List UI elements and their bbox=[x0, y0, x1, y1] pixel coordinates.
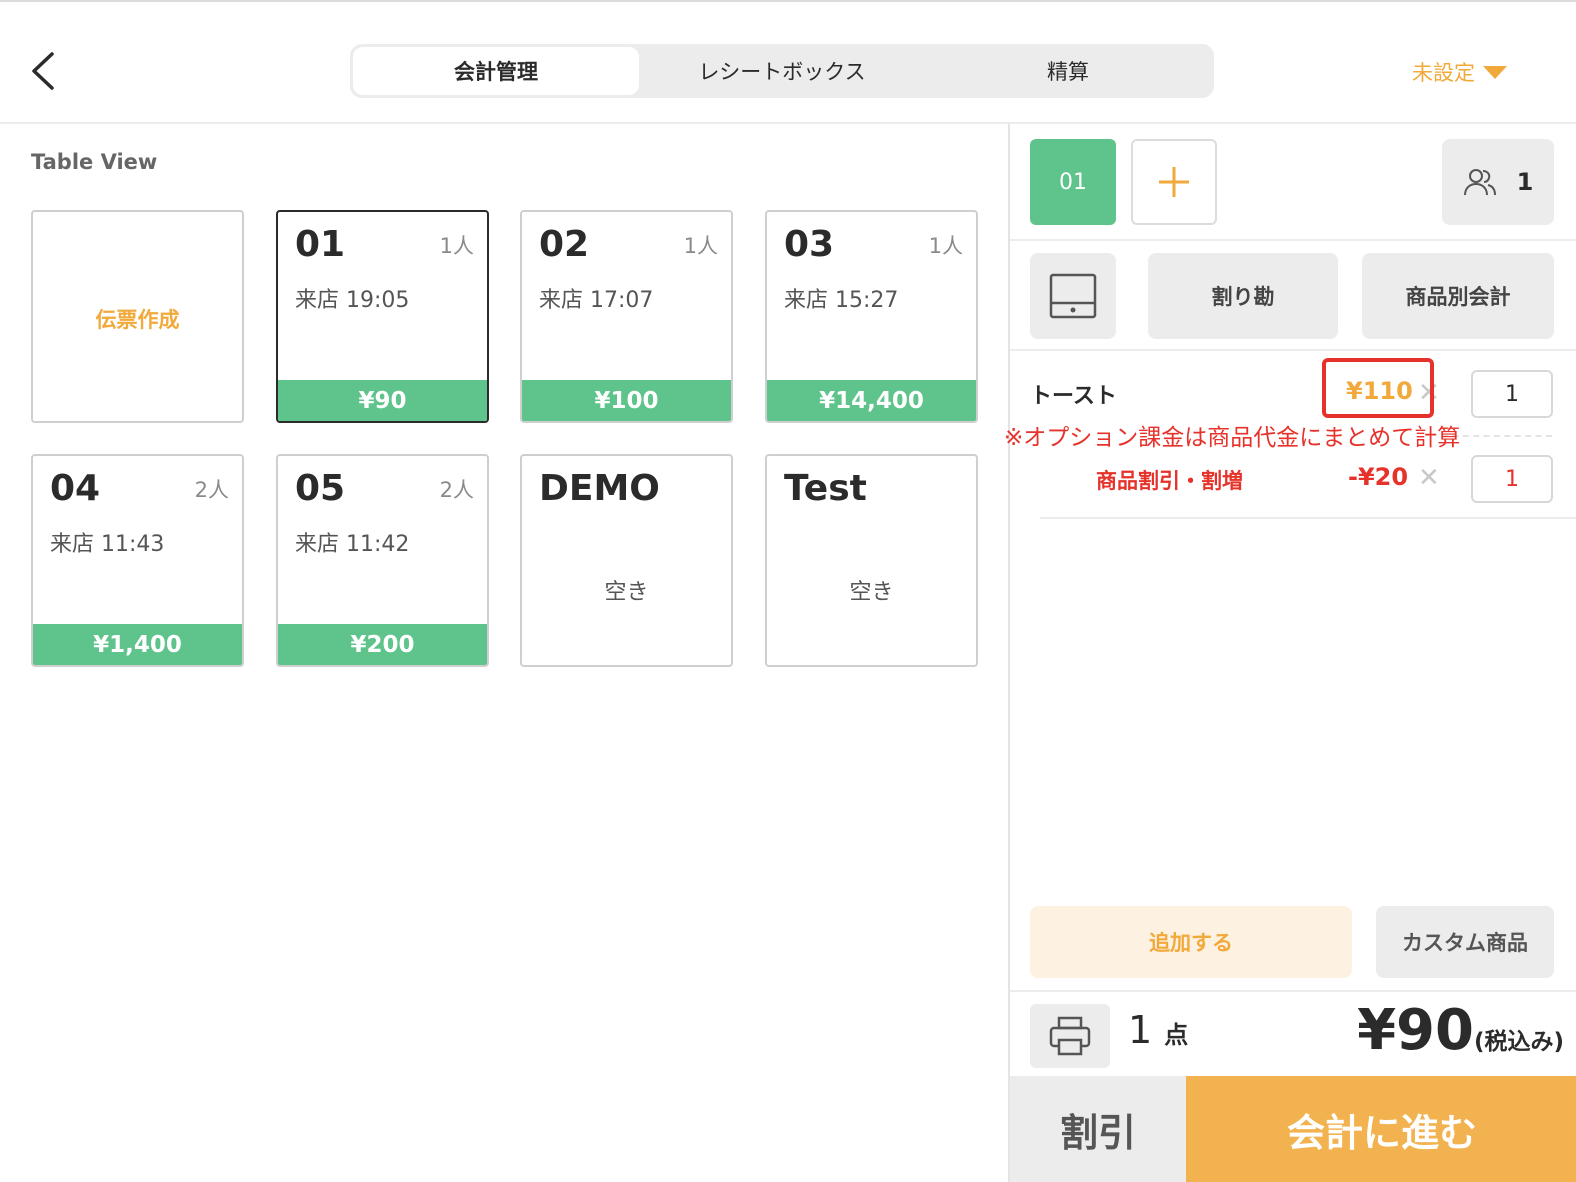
users-icon bbox=[1463, 169, 1496, 196]
print-button[interactable] bbox=[1030, 1004, 1110, 1068]
table-card-test[interactable]: Test 空き bbox=[765, 454, 978, 667]
cash-drawer-icon bbox=[1049, 273, 1097, 319]
split-bill-button[interactable]: 割り勘 bbox=[1148, 253, 1338, 339]
discount-button[interactable]: 割引 bbox=[1010, 1076, 1186, 1182]
divider bbox=[1010, 239, 1576, 241]
item-count-unit: 点 bbox=[1164, 1021, 1189, 1049]
tab-accounting[interactable]: 会計管理 bbox=[353, 47, 639, 95]
guest-count-button[interactable]: 1 bbox=[1442, 139, 1554, 225]
table-arrival-time: 来店 11:43 bbox=[50, 532, 165, 557]
highlight-box bbox=[1322, 358, 1434, 418]
table-people: 2人 bbox=[194, 478, 229, 502]
grand-total-amount: ¥90 bbox=[1357, 998, 1474, 1063]
checkout-button[interactable]: 会計に進む bbox=[1186, 1076, 1576, 1182]
back-button[interactable] bbox=[26, 48, 62, 94]
order-item-qty[interactable]: 1 bbox=[1471, 455, 1553, 503]
table-arrival-time: 来店 19:05 bbox=[295, 288, 410, 313]
order-item-name: トースト bbox=[1030, 384, 1117, 409]
annotation-note: ※オプション課金は商品代金にまとめて計算 bbox=[1004, 425, 1461, 451]
table-view-panel: Table View 伝票作成 01 1人 来店 19:05 ¥90 02 1人… bbox=[0, 124, 1008, 1182]
tab-receipt-box[interactable]: レシートボックス bbox=[639, 47, 925, 95]
table-total: ¥200 bbox=[278, 624, 487, 665]
tab-settlement[interactable]: 精算 bbox=[925, 47, 1211, 95]
table-people: 2人 bbox=[439, 478, 474, 502]
table-number: 01 bbox=[295, 224, 346, 265]
table-status-empty: 空き bbox=[604, 580, 649, 605]
custom-item-button[interactable]: カスタム商品 bbox=[1376, 906, 1554, 978]
per-item-checkout-button[interactable]: 商品別会計 bbox=[1362, 253, 1554, 339]
divider bbox=[1040, 517, 1576, 519]
guest-count: 1 bbox=[1516, 168, 1534, 196]
grand-total: ¥90 (税込み) bbox=[1357, 998, 1564, 1063]
table-card-04[interactable]: 04 2人 来店 11:43 ¥1,400 bbox=[31, 454, 244, 667]
item-count-value: 1 bbox=[1128, 1008, 1153, 1052]
mode-segmented-control: 会計管理 レシートボックス 精算 bbox=[350, 44, 1214, 98]
table-number: Test bbox=[784, 468, 867, 509]
table-number: 04 bbox=[50, 468, 101, 509]
chevron-left-icon bbox=[32, 52, 54, 90]
section-title: Table View bbox=[31, 150, 158, 174]
add-item-button[interactable]: 追加する bbox=[1030, 906, 1352, 978]
table-card-01[interactable]: 01 1人 来店 19:05 ¥90 bbox=[276, 210, 489, 423]
table-people: 1人 bbox=[439, 234, 474, 258]
table-total: ¥1,400 bbox=[33, 624, 242, 665]
table-people: 1人 bbox=[928, 234, 963, 258]
status-dropdown-label: 未設定 bbox=[1412, 61, 1475, 85]
table-total: ¥90 bbox=[278, 380, 487, 421]
order-item-name: 商品割引・割増 bbox=[1096, 469, 1243, 493]
divider bbox=[1010, 349, 1576, 351]
table-total: ¥100 bbox=[522, 380, 731, 421]
status-dropdown[interactable]: 未設定 bbox=[1412, 56, 1507, 88]
caret-down-icon bbox=[1483, 65, 1507, 79]
create-slip-label: 伝票作成 bbox=[95, 308, 180, 332]
table-arrival-time: 来店 15:27 bbox=[784, 288, 899, 313]
table-number: 02 bbox=[539, 224, 590, 265]
table-total: ¥14,400 bbox=[767, 380, 976, 421]
table-card-03[interactable]: 03 1人 来店 15:27 ¥14,400 bbox=[765, 210, 978, 423]
order-item-qty[interactable]: 1 bbox=[1471, 370, 1553, 418]
bill-tab-01[interactable]: 01 bbox=[1030, 139, 1116, 225]
table-number: 03 bbox=[784, 224, 835, 265]
table-number: DEMO bbox=[539, 468, 660, 509]
order-item-price: -¥20 bbox=[1348, 463, 1409, 491]
table-number: 05 bbox=[295, 468, 346, 509]
table-card-05[interactable]: 05 2人 来店 11:42 ¥200 bbox=[276, 454, 489, 667]
table-arrival-time: 来店 11:42 bbox=[295, 532, 410, 557]
table-people: 1人 bbox=[683, 234, 718, 258]
item-count: 1 点 bbox=[1128, 1008, 1188, 1052]
divider bbox=[1010, 990, 1576, 992]
create-slip-card[interactable]: 伝票作成 bbox=[31, 210, 244, 423]
table-status-empty: 空き bbox=[849, 580, 894, 605]
printer-icon bbox=[1049, 1016, 1091, 1056]
remove-item-icon[interactable]: ✕ bbox=[1418, 463, 1440, 493]
plus-icon bbox=[1159, 167, 1189, 197]
add-bill-button[interactable] bbox=[1131, 139, 1217, 225]
table-card-02[interactable]: 02 1人 来店 17:07 ¥100 bbox=[520, 210, 733, 423]
table-card-demo[interactable]: DEMO 空き bbox=[520, 454, 733, 667]
table-arrival-time: 来店 17:07 bbox=[539, 288, 654, 313]
drawer-button[interactable] bbox=[1030, 253, 1116, 339]
order-panel: 01 1 割り勘 商品別会計 トースト ¥110 ✕ 1 ※オプション課金は商品… bbox=[1004, 124, 1576, 1182]
top-bar: 会計管理 レシートボックス 精算 未設定 bbox=[0, 0, 1576, 124]
tax-included-label: (税込み) bbox=[1473, 1029, 1564, 1055]
